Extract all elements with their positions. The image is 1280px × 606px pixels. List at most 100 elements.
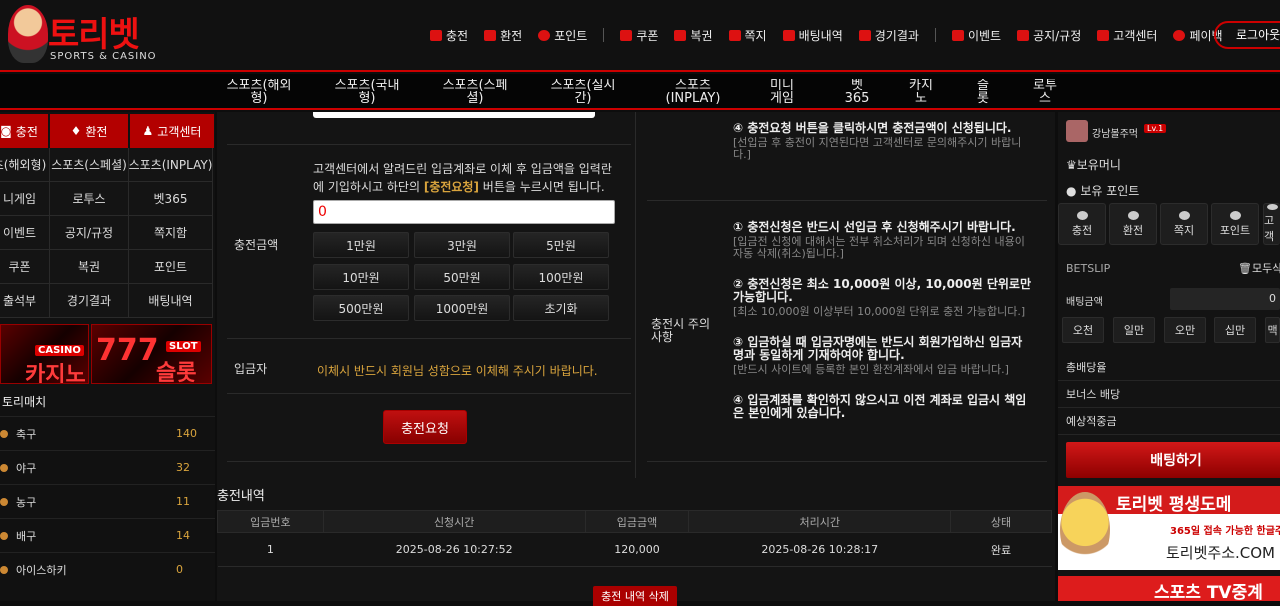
betslip-title: BETSLIP xyxy=(1066,262,1111,275)
quick-charge-button[interactable]: 충전 xyxy=(1058,203,1106,245)
quick-message-button[interactable]: 쪽지 xyxy=(1160,203,1208,245)
moneybag-icon xyxy=(484,29,497,41)
top-nav-charge[interactable]: 충전 xyxy=(430,27,468,44)
left-sidebar: ◙충전 ♦환전 ♟고객센터 츠(해외형) 스포츠(스페셜) 스포츠(INPLAY… xyxy=(0,112,215,601)
account-input-partial[interactable] xyxy=(313,112,595,118)
sidebar-item-results[interactable]: 경기결과 xyxy=(50,284,129,318)
divider xyxy=(227,144,631,145)
sidebar-item-attendance[interactable]: 출석부 xyxy=(0,284,50,318)
sidebar-exchange-button[interactable]: ♦ 환전 xyxy=(50,114,128,148)
sidebar-item-point[interactable]: 포인트 xyxy=(129,250,213,284)
sidebar-support-button[interactable]: ♟ 고객센터 xyxy=(130,114,214,148)
sport-item-baseball[interactable]: 야구 32 xyxy=(0,450,215,484)
amount-button-10k[interactable]: 1만원 xyxy=(313,232,409,258)
top-nav-message[interactable]: 쪽지 xyxy=(728,27,767,44)
bet-button-10000[interactable]: 일만 xyxy=(1113,317,1155,343)
table-row: 1 2025-08-26 10:27:52 120,000 2025-08-26… xyxy=(217,532,1052,567)
amount-button-10m[interactable]: 1000만원 xyxy=(414,295,510,321)
main-nav-casino[interactable]: 카지노 xyxy=(906,79,936,107)
site-logo[interactable]: 토리벳 SPORTS & CASINO xyxy=(8,5,168,65)
top-nav-point[interactable]: 포인트 xyxy=(538,27,587,44)
bet-amount-input[interactable]: 0 xyxy=(1170,288,1280,310)
sidebar-item-bet-history[interactable]: 배팅내역 xyxy=(129,284,213,318)
casino-banner[interactable]: CASINO 카지노 xyxy=(0,324,89,384)
trash-icon: 🗑 xyxy=(1238,262,1252,275)
main-nav-sports-domestic[interactable]: 스포츠(국내형) xyxy=(330,79,404,107)
amount-button-500k[interactable]: 50만원 xyxy=(414,264,510,290)
top-nav-exchange[interactable]: 환전 xyxy=(484,27,522,44)
sidebar-item-sports-special[interactable]: 스포츠(스페셜) xyxy=(50,148,129,182)
sidebar-item-bet365[interactable]: 벳365 xyxy=(129,182,213,216)
sidebar-item-coupon[interactable]: 쿠폰 xyxy=(0,250,50,284)
tv-ad-banner[interactable]: 스포츠 TV중계 xyxy=(1058,576,1280,601)
top-nav-coupon[interactable]: 쿠폰 xyxy=(620,27,658,44)
bet-button-5000[interactable]: 오천 xyxy=(1062,317,1104,343)
place-bet-button[interactable]: 배팅하기 xyxy=(1066,442,1280,478)
main-nav-lotus[interactable]: 로투스 xyxy=(1030,79,1060,107)
bet-button-max[interactable]: 맥 xyxy=(1265,317,1280,343)
top-nav-results[interactable]: 경기결과 xyxy=(858,27,919,44)
amount-button-1m[interactable]: 100만원 xyxy=(513,264,609,290)
sidebar-charge-button[interactable]: ◙ 충전 xyxy=(0,114,48,148)
sport-item-soccer[interactable]: 축구 140 xyxy=(0,416,215,450)
quick-support-button[interactable]: 고객 xyxy=(1263,203,1280,245)
top-nav-notice[interactable]: 공지/규정 xyxy=(1017,27,1081,44)
logout-button[interactable]: 로그아웃 xyxy=(1214,21,1280,49)
username: 강남볼주먹 xyxy=(1092,129,1138,140)
sport-item-icehockey[interactable]: 아이스하키 0 xyxy=(0,552,215,586)
sidebar-item-sports-inplay[interactable]: 스포츠(INPLAY) xyxy=(129,148,213,182)
col-header: 입금번호 xyxy=(217,510,324,533)
bet-button-50000[interactable]: 오만 xyxy=(1164,317,1206,343)
amount-button-50k[interactable]: 5만원 xyxy=(513,232,609,258)
amount-button-5m[interactable]: 500만원 xyxy=(313,295,409,321)
quick-exchange-button[interactable]: 환전 xyxy=(1109,203,1157,245)
main-nav-sports-overseas[interactable]: 스포츠(해외형) xyxy=(222,79,296,107)
clear-all-button[interactable]: 🗑모두삭 xyxy=(1238,260,1280,276)
top-nav-support[interactable]: 고객센터 xyxy=(1097,27,1157,44)
sport-item-volleyball[interactable]: 배구 14 xyxy=(0,518,215,552)
slot-banner[interactable]: 777 SLOT 슬롯 xyxy=(91,324,212,384)
sidebar-item-event[interactable]: 이벤트 xyxy=(0,216,50,250)
coupon-icon xyxy=(620,29,633,41)
mascot-icon xyxy=(8,5,48,63)
main-nav-sports-inplay[interactable]: 스포츠(INPLAY) xyxy=(652,79,734,107)
sidebar-item-lotus[interactable]: 로투스 xyxy=(50,182,129,216)
top-nav-bet-history[interactable]: 배팅내역 xyxy=(782,27,843,44)
seven-icon: 777 xyxy=(96,333,159,368)
sidebar-item-notice[interactable]: 공지/규정 xyxy=(50,216,129,250)
payback-icon xyxy=(1173,29,1186,41)
icehockey-icon xyxy=(0,565,8,574)
main-nav-sports-special[interactable]: 스포츠(스페셜) xyxy=(438,79,512,107)
amount-button-100k[interactable]: 10만원 xyxy=(313,264,409,290)
main-nav: 스포츠(해외형) 스포츠(국내형) 스포츠(스페셜) 스포츠(실시간) 스포츠(… xyxy=(0,74,1280,110)
sidebar-item-lottery[interactable]: 복권 xyxy=(50,250,129,284)
ad-subtitle: 365일 접속 가능한 한글주 xyxy=(1170,526,1280,537)
charge-request-button[interactable]: 충전요청 xyxy=(383,410,467,444)
charge-icon: ◙ xyxy=(0,124,12,138)
quick-point-button[interactable]: 포인트 xyxy=(1211,203,1259,245)
list-icon xyxy=(782,29,795,41)
divider xyxy=(647,461,1047,462)
delete-history-button[interactable]: 충전 내역 삭제 xyxy=(593,586,677,606)
logo-text: 토리벳 xyxy=(48,15,140,55)
divider xyxy=(647,200,1047,201)
money-label: ♛보유머니 xyxy=(1066,158,1121,172)
top-nav-event[interactable]: 이벤트 xyxy=(951,27,1001,44)
sidebar-item-minigame[interactable]: 니게임 xyxy=(0,182,50,216)
amount-input[interactable] xyxy=(313,200,615,224)
amount-reset-button[interactable]: 초기화 xyxy=(513,295,609,321)
main-nav-slot[interactable]: 슬롯 xyxy=(974,79,992,107)
headset-icon xyxy=(1097,29,1110,41)
sidebar-item-sports-overseas[interactable]: 츠(해외형) xyxy=(0,148,50,182)
sidebar-item-messages[interactable]: 쪽지함 xyxy=(129,216,213,250)
charge-note-4: ④ 입금계좌를 확인하지 않으시고 이전 계좌로 입금시 책임은 본인에게 있습… xyxy=(733,393,1027,420)
main-nav-sports-live[interactable]: 스포츠(실시간) xyxy=(546,79,620,107)
domain-ad-banner[interactable]: 토리벳 평생도메 365일 접속 가능한 한글주 토리벳주소.COM xyxy=(1058,486,1280,570)
sport-item-basketball[interactable]: 농구 11 xyxy=(0,484,215,518)
top-nav-lottery[interactable]: 복권 xyxy=(674,27,713,44)
bet-button-100000[interactable]: 십만 xyxy=(1214,317,1256,343)
main-nav-bet365[interactable]: 벳365 xyxy=(840,79,874,107)
amount-button-30k[interactable]: 3만원 xyxy=(414,232,510,258)
main-nav-minigame[interactable]: 미니게임 xyxy=(766,79,798,107)
divider xyxy=(227,393,631,394)
